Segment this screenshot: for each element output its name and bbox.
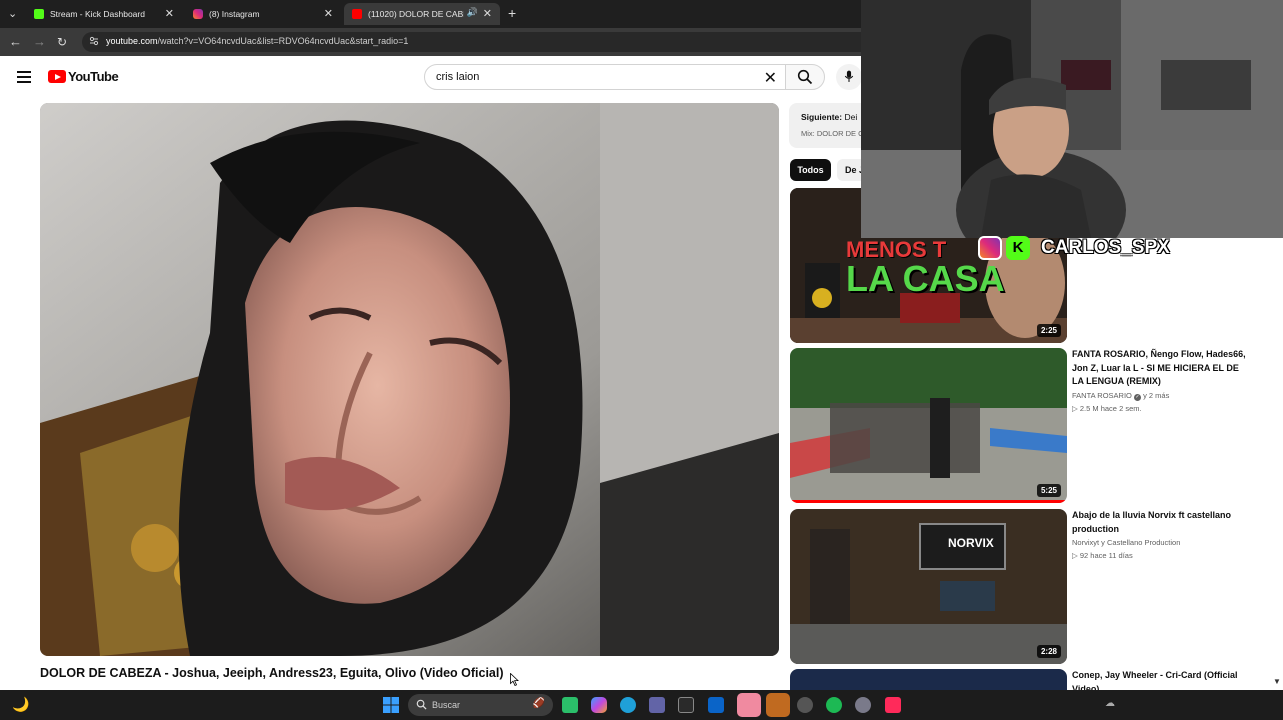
channel-extra: y 2 más: [1143, 391, 1170, 400]
copilot-icon[interactable]: [591, 697, 607, 713]
url-host: youtube.com: [106, 36, 158, 46]
chip-todos[interactable]: Todos: [790, 159, 831, 181]
video-player[interactable]: [40, 103, 779, 656]
tab-close-icon[interactable]: ✕: [165, 7, 174, 20]
windows-start-icon[interactable]: [383, 697, 399, 713]
search-icon: [797, 69, 813, 85]
tiktok-icon[interactable]: [885, 697, 901, 713]
search-icon: [416, 699, 427, 710]
back-arrow-icon[interactable]: ←: [9, 34, 22, 50]
reload-icon[interactable]: ↻: [57, 34, 67, 50]
duration-badge: 2:25: [1036, 324, 1061, 337]
thumbnail-image: [790, 348, 1067, 503]
up-next-line: Siguiente: Dei: [801, 112, 857, 122]
forward-arrow-icon[interactable]: →: [33, 34, 46, 50]
search-query: cris laion: [436, 71, 480, 83]
store-icon[interactable]: [678, 697, 694, 713]
up-next-panel[interactable]: Siguiente: Dei Mix: DOLOR DE C: [789, 103, 869, 148]
related-title-2[interactable]: FANTA ROSARIO, Ñengo Flow, Hades66, Jon …: [1072, 348, 1252, 389]
search-input[interactable]: cris laion ✕: [424, 64, 786, 90]
new-tab-plus-icon[interactable]: +: [508, 5, 516, 21]
thumbnail-text: NORVIX: [948, 536, 994, 550]
video-title: DOLOR DE CABEZA - Joshua, Jeeiph, Andres…: [40, 666, 504, 680]
clear-search-icon[interactable]: ✕: [764, 68, 777, 88]
up-next-mix: Mix: DOLOR DE C: [801, 129, 864, 138]
microphone-icon: [844, 70, 854, 82]
video-frame-image: [40, 103, 779, 656]
windows-taskbar: 🌙 Buscar 🏈 ☁: [0, 690, 1283, 720]
voice-search-button[interactable]: [836, 64, 862, 90]
tab-instagram[interactable]: (8) Instagram ✕: [185, 3, 341, 25]
scroll-down-arrow-icon[interactable]: ▼: [1273, 677, 1281, 686]
up-next-title: Dei: [844, 112, 858, 122]
taskbar-search-placeholder: Buscar: [432, 700, 461, 710]
copilot-app-icon[interactable]: [562, 697, 578, 713]
webcam-overlay: [861, 0, 1283, 238]
tab-kick-dashboard[interactable]: Stream - Kick Dashboard ✕: [26, 3, 182, 25]
kick-icon: [34, 9, 44, 19]
url-path: /watch?v=VO64ncvdUac&list=RDVO64ncvdUac&…: [157, 36, 409, 46]
tab-close-icon[interactable]: ✕: [324, 7, 333, 20]
webcam-image: [861, 0, 1283, 238]
tab-label: (8) Instagram: [209, 9, 260, 19]
related-meta-2: ▷ 2.5 M hace 2 sem.: [1072, 404, 1142, 413]
obs-studio-icon[interactable]: [797, 697, 813, 713]
instagram-icon: [193, 9, 203, 19]
related-meta-3: ▷ 92 hace 11 días: [1072, 551, 1133, 560]
chrome-pink-icon[interactable]: [737, 693, 761, 717]
meta-text: 2.5 M hace 2 sem.: [1079, 404, 1142, 413]
youtube-logo-icon[interactable]: [48, 70, 66, 83]
url-text: youtube.com/watch?v=VO64ncvdUac&list=RDV…: [106, 36, 408, 46]
related-thumbnail-2[interactable]: 5:25: [790, 348, 1067, 503]
tab-label: Stream - Kick Dashboard: [50, 9, 145, 19]
related-thumbnail-3[interactable]: NORVIX 2:28: [790, 509, 1067, 664]
search-highlight-icon: 🏈: [532, 698, 545, 709]
kick-icon: K: [1006, 236, 1030, 260]
play-count-icon: ▷: [1072, 551, 1078, 560]
tab-search-chevron-icon[interactable]: ⌄: [8, 7, 17, 20]
search-button[interactable]: [785, 64, 825, 90]
chrome-orange-icon[interactable]: [766, 693, 790, 717]
tray-icons[interactable]: ☁: [1105, 698, 1115, 709]
edge-browser-icon[interactable]: [620, 697, 636, 713]
channel-name: FANTA ROSARIO: [1072, 391, 1132, 400]
menu-hamburger-icon[interactable]: [17, 71, 31, 83]
duration-badge: 2:28: [1036, 645, 1061, 658]
tab-close-icon[interactable]: ✕: [483, 7, 492, 20]
play-count-icon: ▷: [1072, 404, 1078, 413]
taskbar-search[interactable]: Buscar 🏈: [408, 694, 553, 716]
tab-label: (11020) DOLOR DE CABEZA: [368, 9, 464, 19]
tab-youtube-video[interactable]: (11020) DOLOR DE CABEZA 🔊 ✕: [344, 3, 500, 25]
youtube-icon: [352, 9, 362, 19]
speaker-icon[interactable]: 🔊: [467, 7, 478, 18]
duration-badge: 5:25: [1036, 484, 1061, 497]
up-next-label: Siguiente:: [801, 112, 843, 122]
thumbnail-image: [790, 509, 1067, 664]
instagram-icon: [978, 236, 1002, 260]
related-thumbnail-4[interactable]: [790, 669, 1067, 690]
address-bar[interactable]: youtube.com/watch?v=VO64ncvdUac&list=RDV…: [82, 32, 882, 52]
streamer-name: CARLOS_SPX: [1041, 237, 1170, 258]
settings-gear-icon[interactable]: [855, 697, 871, 713]
teams-icon[interactable]: [649, 697, 665, 713]
related-title-3[interactable]: Abajo de la lluvia Norvix ft castellano …: [1072, 509, 1252, 536]
related-channel-2[interactable]: FANTA ROSARIO ✓ y 2 más: [1072, 391, 1169, 401]
youtube-logo-text[interactable]: YouTube: [68, 69, 119, 84]
meta-text: 92 hace 11 días: [1079, 551, 1133, 560]
verified-check-icon: ✓: [1133, 394, 1141, 401]
weather-moon-icon[interactable]: 🌙: [12, 696, 29, 713]
mail-icon[interactable]: [708, 697, 724, 713]
spotify-icon[interactable]: [826, 697, 842, 713]
mouse-cursor-icon: [510, 673, 519, 686]
thumbnail-overlay-text-2: LA CASA: [846, 258, 1005, 299]
site-info-icon[interactable]: [89, 36, 99, 46]
related-channel-3[interactable]: Norvixyt y Castellano Production: [1072, 538, 1180, 547]
related-title-4[interactable]: Conep, Jay Wheeler - Cri-Card (Official …: [1072, 669, 1252, 690]
